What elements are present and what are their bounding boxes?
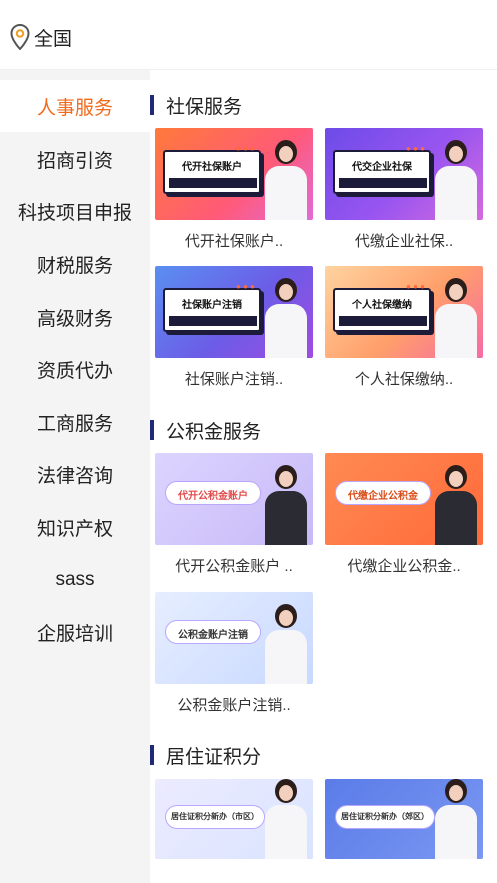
section-title-residence-permit: 居住证积分 bbox=[150, 742, 261, 768]
sidebar-item-advanced-finance[interactable]: 高级财务 bbox=[0, 291, 150, 343]
service-card[interactable]: ● ● ● 代开社保账户 代开社保账户.. bbox=[155, 128, 313, 251]
card-caption: 个人社保缴纳.. bbox=[354, 371, 454, 388]
service-card[interactable]: 代开公积金账户 代开公积金账户 .. bbox=[155, 453, 313, 576]
location-selector[interactable]: 全国 bbox=[10, 22, 72, 52]
sidebar-item-tax-services[interactable]: 财税服务 bbox=[0, 238, 150, 290]
card-thumbnail: ● ● ● 社保账户注销 bbox=[155, 266, 313, 358]
card-thumbnail: 代缴企业公积金 bbox=[325, 453, 483, 545]
card-caption: 代缴企业社保.. bbox=[354, 233, 454, 250]
sidebar-item-tech-projects[interactable]: 科技项目申报 bbox=[0, 185, 150, 237]
sidebar-item-business-registration[interactable]: 工商服务 bbox=[0, 396, 150, 448]
sidebar-item-ip[interactable]: 知识产权 bbox=[0, 501, 150, 553]
service-card[interactable]: ● ● ● 代交企业社保 代缴企业社保.. bbox=[325, 128, 483, 251]
card-caption: 公积金账户注销.. bbox=[177, 697, 291, 714]
location-label: 全国 bbox=[34, 28, 73, 50]
location-pin-icon bbox=[10, 24, 30, 50]
sidebar-item-legal[interactable]: 法律咨询 bbox=[0, 448, 150, 500]
card-thumbnail: ● ● ● 代开社保账户 bbox=[155, 128, 313, 220]
service-card[interactable]: 代缴企业公积金 代缴企业公积金.. bbox=[325, 453, 483, 576]
sidebar-item-qualification[interactable]: 资质代办 bbox=[0, 343, 150, 395]
sidebar-item-hr-services[interactable]: 人事服务 bbox=[0, 80, 150, 132]
section-title-social-insurance: 社保服务 bbox=[150, 92, 242, 118]
service-card[interactable]: ● ● ● 社保账户注销 社保账户注销.. bbox=[155, 266, 313, 389]
card-thumbnail: 居住证积分新办（市区） bbox=[155, 779, 313, 859]
card-thumbnail: ● ● ● 代交企业社保 bbox=[325, 128, 483, 220]
card-thumbnail: 居住证积分新办（郊区） bbox=[325, 779, 483, 859]
sidebar-item-sass[interactable]: sass bbox=[0, 554, 150, 606]
service-card[interactable]: 居住证积分新办（市区） bbox=[155, 779, 313, 859]
service-card[interactable]: 居住证积分新办（郊区） bbox=[325, 779, 483, 859]
section-title-housing-fund: 公积金服务 bbox=[150, 417, 261, 443]
card-caption: 代开社保账户.. bbox=[184, 233, 284, 250]
top-bar: 全国 bbox=[0, 0, 497, 70]
card-caption: 代开公积金账户 .. bbox=[175, 558, 293, 575]
sidebar-item-training[interactable]: 企服培训 bbox=[0, 606, 150, 658]
sidebar-item-investment[interactable]: 招商引资 bbox=[0, 133, 150, 185]
service-card[interactable]: ● ● ● 个人社保缴纳 个人社保缴纳.. bbox=[325, 266, 483, 389]
card-thumbnail: 公积金账户注销 bbox=[155, 592, 313, 684]
content-area: 社保服务 ● ● ● 代开社保账户 代开社保账户.. ● ● ● 代交企业社保 代缴… bbox=[150, 70, 497, 883]
category-sidebar: 人事服务 招商引资 科技项目申报 财税服务 高级财务 资质代办 工商服务 法律咨… bbox=[0, 70, 150, 883]
card-caption: 社保账户注销.. bbox=[184, 371, 284, 388]
card-thumbnail: 代开公积金账户 bbox=[155, 453, 313, 545]
card-caption: 代缴企业公积金.. bbox=[347, 558, 461, 575]
service-card[interactable]: 公积金账户注销 公积金账户注销.. bbox=[155, 592, 313, 715]
card-thumbnail: ● ● ● 个人社保缴纳 bbox=[325, 266, 483, 358]
